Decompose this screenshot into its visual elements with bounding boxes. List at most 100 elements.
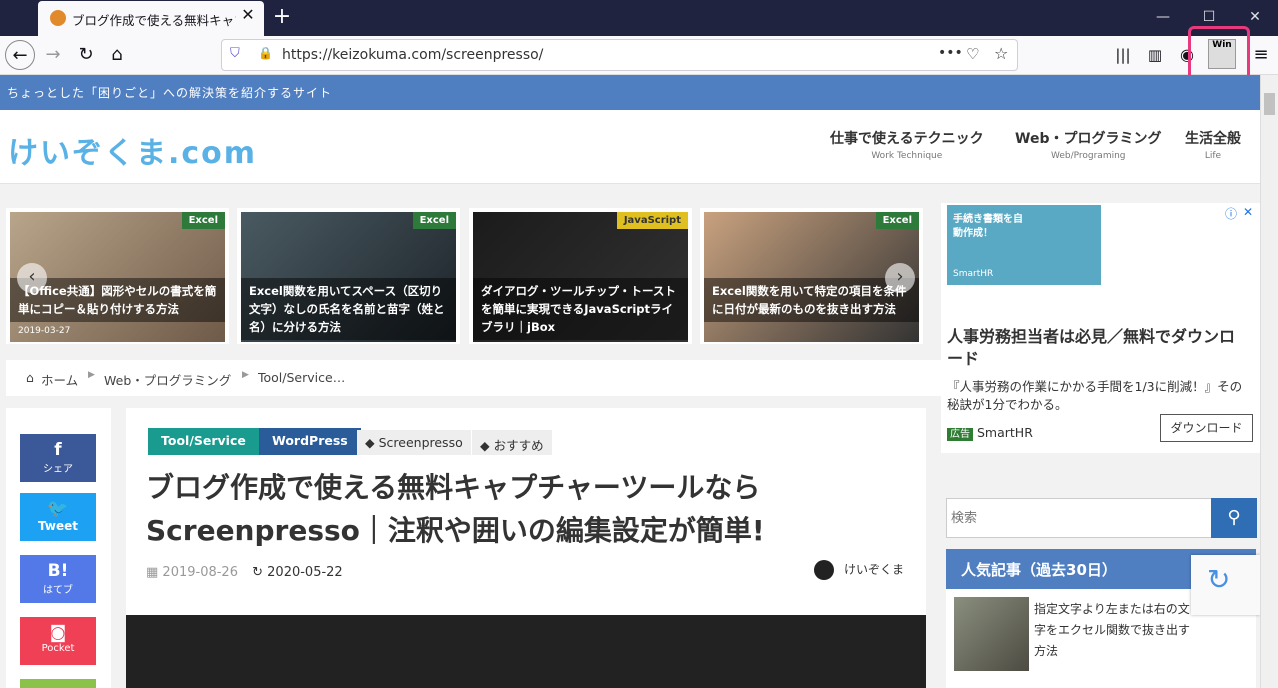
breadcrumb-home[interactable]: ホーム	[41, 370, 78, 389]
nav-sublabel: Web/Programing	[1050, 151, 1126, 161]
pocket-share-button[interactable]: ◙ Pocket	[20, 617, 96, 665]
article-header: Tool/Service WordPress ◆ Screenpresso ◆ …	[126, 408, 926, 688]
home-icon: ⌂	[26, 370, 34, 385]
tag-chip[interactable]: ◆ Screenpresso	[357, 430, 471, 455]
category-badge[interactable]: WordPress	[259, 428, 361, 455]
search-button[interactable]: ⚲	[1211, 498, 1257, 538]
navigation-toolbar: ← → ↻ ⌂ ⛉ 🔒 https://keizokuma.com/screen…	[0, 36, 1278, 75]
shield-icon[interactable]: ⛉	[230, 46, 240, 61]
ad-sponsor: 広告 SmartHR	[947, 425, 1033, 441]
hatena-share-button[interactable]: B! はてブ	[20, 555, 96, 603]
article-dates: ▦ 2019-08-26 ↻ 2020-05-22	[146, 565, 343, 580]
calendar-icon: ▦	[146, 565, 163, 580]
menu-icon[interactable]: ≡	[1246, 40, 1276, 70]
hero-image	[126, 615, 926, 688]
tab-bar: ブログ作成で使える無料キャプチャーツールなら ✕ + — ☐ ✕	[0, 0, 1278, 36]
bookmark-star-icon[interactable]: ☆	[994, 44, 1008, 63]
highlight-box	[1188, 26, 1250, 82]
url-bar[interactable]: ⛉ 🔒 https://keizokuma.com/screenpresso/ …	[221, 39, 1018, 71]
twitter-share-button[interactable]: 🐦 Tweet	[20, 493, 96, 541]
tagline-bar: ちょっとした「困りごと」への解決策を紹介するサイト	[0, 75, 1260, 110]
download-button[interactable]: ダウンロード	[1160, 414, 1253, 442]
nav-work-technique[interactable]: 仕事で使えるテクニック Work Technique	[830, 128, 984, 161]
facebook-icon: f	[54, 440, 62, 460]
carousel-card[interactable]: Excel Excel関数を用いてスペース（区切り文字）なしの氏名を名前と苗字（…	[237, 208, 460, 344]
popular-item-title[interactable]: 指定文字より左または右の文字をエクセル関数で抜き出す方法	[1034, 599, 1194, 662]
reload-button[interactable]: ↻	[71, 40, 101, 70]
carousel-card[interactable]: JavaScript ダイアログ・ツールチップ・トーストを簡単に実現できるJav…	[469, 208, 692, 344]
back-button[interactable]: ←	[5, 40, 35, 70]
sidebar-icon[interactable]: ▥	[1140, 40, 1170, 70]
share-box: f シェア 🐦 Tweet B! はてブ ◙ Pocket	[6, 408, 111, 688]
nav-sublabel: Life	[1204, 151, 1222, 161]
card-title: ダイアログ・ツールチップ・トーストを簡単に実現できるJavaScriptライブラ…	[473, 278, 688, 340]
scroll-thumb[interactable]	[1264, 93, 1275, 115]
new-tab-button[interactable]: +	[268, 4, 296, 32]
nav-label: 生活全般	[1185, 131, 1241, 147]
card-date: 2019-03-27	[18, 326, 71, 336]
category-tag: Excel	[875, 212, 919, 229]
tab-close-icon[interactable]: ✕	[238, 5, 258, 29]
breadcrumb-tool-service[interactable]: Tool/Service…	[258, 370, 345, 385]
lock-icon[interactable]: 🔒	[258, 46, 273, 60]
search-form: ⚲	[946, 498, 1257, 538]
page-actions-icon[interactable]: •••	[938, 45, 963, 61]
tagline: ちょっとした「困りごと」への解決策を紹介するサイト	[7, 86, 333, 100]
ad-info-icon[interactable]: ⓘ	[1225, 205, 1237, 222]
search-input[interactable]	[951, 505, 1201, 531]
minimize-button[interactable]: —	[1143, 4, 1183, 30]
popular-thumbnail[interactable]	[954, 597, 1029, 671]
scrollbar[interactable]	[1260, 75, 1278, 688]
ad-title[interactable]: 人事労務担当者は必見／無料でダウンロード	[947, 326, 1247, 370]
share-button[interactable]	[20, 679, 96, 688]
tag-icon: ◆	[480, 438, 494, 453]
tab-title: ブログ作成で使える無料キャプチャーツールなら	[72, 13, 236, 28]
share-label: シェア	[43, 464, 73, 475]
ad-close-icon[interactable]: ✕	[1243, 205, 1253, 219]
home-button[interactable]: ⌂	[102, 40, 132, 70]
category-badge[interactable]: Tool/Service	[148, 428, 259, 455]
share-label: Pocket	[41, 643, 75, 654]
breadcrumb: ⌂ ホーム ▶ Web・プログラミング ▶ Tool/Service…	[6, 360, 941, 396]
share-label: はてブ	[43, 585, 73, 596]
published-date: 2019-08-26	[162, 565, 238, 580]
ad-badge: 広告	[947, 428, 973, 441]
site-logo[interactable]: けいぞくま.com	[8, 128, 257, 172]
category-tag: Excel	[181, 212, 225, 229]
pocket-icon[interactable]: ♡	[966, 45, 979, 63]
browser-tab[interactable]: ブログ作成で使える無料キャプチャーツールなら ✕	[38, 1, 264, 36]
forward-button[interactable]: →	[38, 40, 68, 70]
category-tag: JavaScript	[616, 212, 688, 229]
tag-icon: ◆	[365, 435, 379, 450]
bear-favicon-icon	[50, 10, 66, 26]
tag-label: Screenpresso	[378, 435, 463, 450]
refresh-icon: ↻	[252, 565, 268, 580]
ad-image: 手続き書類を自動作成！ SmartHR	[947, 205, 1101, 285]
nav-web-programming[interactable]: Web・プログラミング Web/Programing	[1015, 128, 1161, 161]
nav-label: Web・プログラミング	[1015, 131, 1162, 147]
recaptcha-badge[interactable]: ↻	[1191, 555, 1260, 615]
ad-description: 『人事労務の作業にかかる手間を1/3に削減！』その秘訣が1分でわかる。	[947, 379, 1243, 412]
nav-sublabel: Work Technique	[871, 151, 943, 161]
ad-sponsor-name: SmartHR	[976, 425, 1033, 440]
ad-box[interactable]: 手続き書類を自動作成！ SmartHR ⓘ ✕ 人事労務担当者は必見／無料でダウ…	[941, 203, 1260, 453]
author-name: けいぞくま	[844, 562, 905, 577]
article-title: ブログ作成で使える無料キャプチャーツールならScreenpresso｜注釈や囲い…	[146, 471, 765, 547]
url-text[interactable]: https://keizokuma.com/screenpresso/	[282, 47, 543, 63]
hatena-icon: B!	[47, 561, 69, 581]
breadcrumb-web-programming[interactable]: Web・プログラミング	[104, 370, 231, 389]
library-icon[interactable]: |||	[1108, 40, 1138, 70]
site-header: けいぞくま.com 仕事で使えるテクニック Work Technique Web…	[0, 110, 1260, 184]
recaptcha-icon: ↻	[1207, 563, 1231, 596]
carousel-next-button[interactable]: ›	[885, 263, 915, 293]
tag-chip[interactable]: ◆ おすすめ	[472, 430, 552, 455]
facebook-share-button[interactable]: f シェア	[20, 434, 96, 482]
carousel-prev-button[interactable]: ‹	[17, 263, 47, 293]
chevron-right-icon: ▶	[242, 370, 249, 380]
web-page: ちょっとした「困りごと」への解決策を紹介するサイト けいぞくま.com 仕事で使…	[0, 75, 1260, 688]
author[interactable]: けいぞくま	[814, 560, 904, 580]
search-icon: ⚲	[1227, 507, 1241, 528]
nav-life[interactable]: 生活全般 Life	[1185, 128, 1241, 161]
updated-date: 2020-05-22	[267, 565, 343, 580]
share-label: Tweet	[38, 519, 78, 533]
